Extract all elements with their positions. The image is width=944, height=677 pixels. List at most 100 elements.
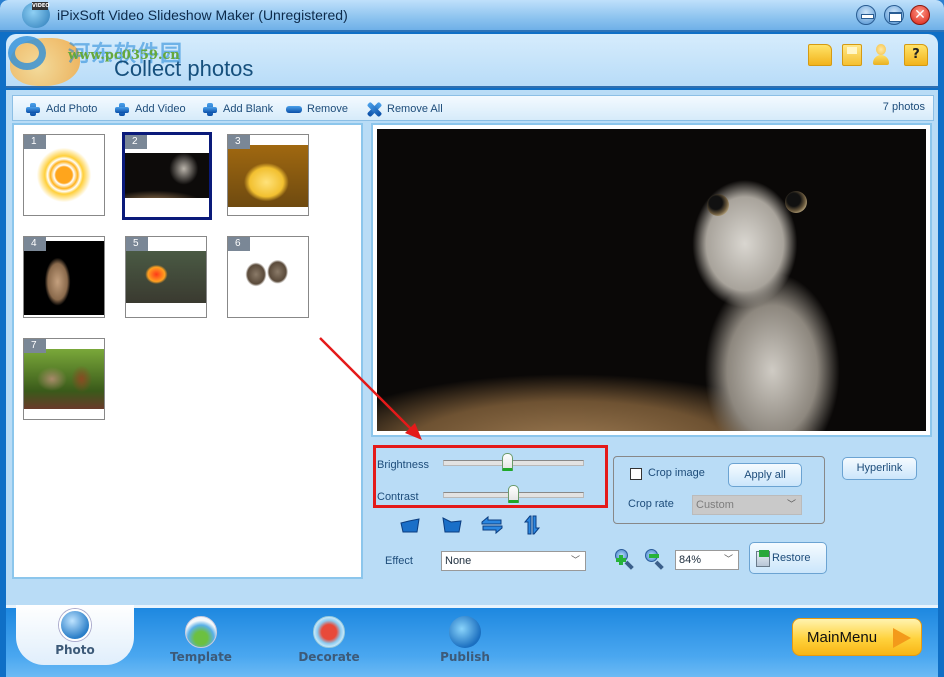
thumbnail-number: 2 xyxy=(125,135,147,149)
photo-thumbnail[interactable]: 4 xyxy=(23,236,105,318)
remove-all-icon xyxy=(366,102,382,116)
kitten-image xyxy=(125,153,209,198)
template-icon xyxy=(185,616,217,648)
photo-thumbnail[interactable]: 1 xyxy=(23,134,105,216)
tab-photo-label: Photo xyxy=(55,643,95,657)
add-photo-icon xyxy=(25,102,41,116)
add-blank-button[interactable]: Add Blank xyxy=(202,100,273,118)
maximize-button[interactable] xyxy=(884,5,904,25)
main-menu-button[interactable]: MainMenu xyxy=(792,618,922,670)
add-photo-button[interactable]: Add Photo xyxy=(25,100,97,118)
crop-rate-dropdown[interactable]: Custom ﹀ xyxy=(692,495,802,515)
photo-thumbnail[interactable]: 5 xyxy=(125,236,207,318)
thumbnail-number: 4 xyxy=(24,237,46,251)
user-icon[interactable] xyxy=(872,44,890,66)
rotate-right-button[interactable] xyxy=(441,515,463,535)
title-bar: VIDEO iPixSoft Video Slideshow Maker (Un… xyxy=(0,0,944,32)
flip-vertical-button[interactable] xyxy=(521,515,543,535)
remove-all-button[interactable]: Remove All xyxy=(366,100,443,118)
flip-horizontal-button[interactable] xyxy=(481,515,503,535)
photo-thumbnail-selected[interactable]: 2 xyxy=(122,132,212,220)
remove-button[interactable]: Remove xyxy=(286,100,348,118)
crop-rate-label: Crop rate xyxy=(628,498,674,510)
thumbnail-number: 3 xyxy=(228,135,250,149)
app-window: VIDEO iPixSoft Video Slideshow Maker (Un… xyxy=(0,0,944,677)
kitten-preview-image xyxy=(377,129,926,431)
contrast-label: Contrast xyxy=(377,491,419,503)
app-icon-tag: VIDEO xyxy=(32,2,50,10)
crop-rate-value: Custom xyxy=(696,499,734,511)
chevron-down-icon: ﹀ xyxy=(786,499,796,509)
zoom-level-dropdown[interactable]: 84% ﹀ xyxy=(675,550,739,570)
main-menu-face: MainMenu xyxy=(792,618,922,656)
tab-template[interactable]: Template xyxy=(146,612,256,670)
flag-icon xyxy=(759,550,769,557)
flip-vertical-icon xyxy=(523,515,541,535)
remove-label: Remove xyxy=(307,103,348,115)
close-button[interactable]: ✕ xyxy=(910,5,930,25)
publish-globe-icon xyxy=(449,616,481,648)
crop-image-checkbox[interactable] xyxy=(630,468,642,480)
add-video-button[interactable]: Add Video xyxy=(114,100,186,118)
photo-count: 7 photos xyxy=(882,101,925,113)
contrast-slider-thumb[interactable] xyxy=(508,485,519,503)
tab-publish-label: Publish xyxy=(440,650,490,664)
restore-icon xyxy=(756,550,770,567)
watermark-logo-icon xyxy=(8,36,46,70)
thumbnail-number: 5 xyxy=(126,237,148,251)
photo-thumbnail[interactable]: 7 xyxy=(23,338,105,420)
zoom-in-button[interactable] xyxy=(615,549,635,570)
cheetah-image xyxy=(24,241,104,315)
adjustment-panel: Brightness Contrast Effect None ﹀ Crop i… xyxy=(371,439,932,579)
tab-decorate[interactable]: Decorate xyxy=(274,612,384,670)
effect-value: None xyxy=(445,555,472,567)
photo-thumbnail[interactable]: 3 xyxy=(227,134,309,216)
thumbnail-number: 7 xyxy=(24,339,46,353)
brightness-label: Brightness xyxy=(377,459,429,471)
tab-publish[interactable]: Publish xyxy=(410,612,520,670)
chevron-down-icon: ﹀ xyxy=(570,555,580,565)
add-blank-label: Add Blank xyxy=(223,103,274,115)
brightness-slider-thumb[interactable] xyxy=(502,453,513,471)
effect-dropdown[interactable]: None ﹀ xyxy=(441,551,586,571)
app-icon: VIDEO xyxy=(22,2,50,28)
photo-list[interactable]: 1 2 3 4 5 6 7 xyxy=(12,123,363,579)
header: 河东软件园 www.pc0359.cn Collect photos ? xyxy=(6,34,938,88)
rotate-left-button[interactable] xyxy=(399,515,421,535)
flip-horizontal-icon xyxy=(481,515,503,535)
open-folder-icon[interactable] xyxy=(808,44,832,66)
thumbnail-number: 6 xyxy=(228,237,250,251)
hyperlink-button[interactable]: Hyperlink xyxy=(842,457,917,480)
squirrel-image xyxy=(24,349,104,409)
minimize-button[interactable] xyxy=(856,5,876,25)
duckling-image xyxy=(228,145,308,207)
rotate-right-icon xyxy=(442,517,462,533)
plus-sign xyxy=(616,555,626,565)
save-icon[interactable] xyxy=(842,44,862,66)
crop-image-label: Crop image xyxy=(648,467,705,479)
tab-template-label: Template xyxy=(170,650,232,664)
tab-decorate-label: Decorate xyxy=(298,650,360,664)
brightness-slider[interactable] xyxy=(443,453,584,471)
window-title: iPixSoft Video Slideshow Maker (Unregist… xyxy=(57,7,348,23)
tab-photo[interactable]: Photo xyxy=(16,605,134,665)
zoom-out-button[interactable] xyxy=(645,549,665,570)
main-menu-label: MainMenu xyxy=(807,629,878,646)
minus-sign xyxy=(649,554,659,558)
crop-group: Crop image Apply all Crop rate Custom ﹀ xyxy=(613,456,825,524)
photo-preview xyxy=(371,123,932,437)
chevron-down-icon: ﹀ xyxy=(723,554,733,564)
add-blank-icon xyxy=(202,102,218,116)
help-icon[interactable]: ? xyxy=(904,44,928,66)
apply-all-button[interactable]: Apply all xyxy=(728,463,802,487)
restore-label: Restore xyxy=(772,552,811,564)
rotate-left-icon xyxy=(400,518,420,533)
page-title: Collect photos xyxy=(114,56,254,81)
content-area: Add Photo Add Video Add Blank Remove Rem… xyxy=(6,90,938,605)
effect-label: Effect xyxy=(385,555,413,567)
pheasant-image xyxy=(126,251,206,303)
restore-button[interactable]: Restore xyxy=(749,542,827,574)
kittens-image xyxy=(228,251,308,303)
contrast-slider[interactable] xyxy=(443,485,584,503)
photo-thumbnail[interactable]: 6 xyxy=(227,236,309,318)
